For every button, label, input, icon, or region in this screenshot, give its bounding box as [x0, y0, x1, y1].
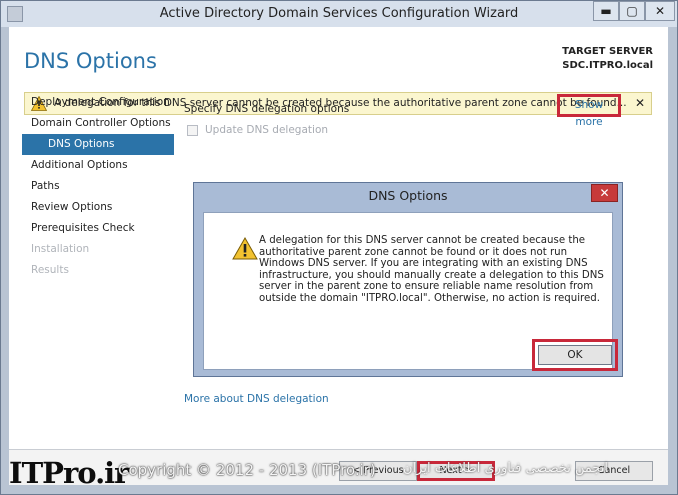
copyright-watermark: Copyright © 2012 - 2013 (ITPro.ir) — [118, 461, 376, 479]
window-close-button[interactable]: ✕ — [645, 1, 675, 21]
dialog-body: A delegation for this DNS server cannot … — [203, 212, 618, 371]
dialog-message: A delegation for this DNS server cannot … — [259, 235, 604, 304]
title-bar[interactable]: Active Directory Domain Services Configu… — [1, 1, 677, 27]
show-more-link[interactable]: Show more — [557, 94, 621, 128]
nav-item-dns-options[interactable]: DNS Options — [22, 134, 174, 155]
ok-button[interactable]: OK — [538, 345, 612, 365]
dialog-title: DNS Options — [368, 188, 448, 203]
nav-item-prerequisites-check[interactable]: Prerequisites Check — [22, 218, 174, 239]
maximize-button[interactable]: ▢ — [619, 1, 645, 21]
more-about-dns-delegation-link[interactable]: More about DNS delegation — [184, 393, 329, 405]
nav-item-deployment-configuration[interactable]: Deployment Configuration — [22, 92, 174, 113]
section-label: Specify DNS delegation options — [184, 103, 350, 115]
target-server: TARGET SERVER SDC.ITPRO.local — [562, 45, 653, 73]
target-server-name: SDC.ITPRO.local — [562, 60, 653, 71]
checkbox-label: Update DNS delegation — [205, 124, 329, 136]
checkbox-box[interactable] — [187, 125, 198, 136]
banner-close-icon[interactable]: ✕ — [635, 96, 645, 110]
minimize-button[interactable]: ▬ — [593, 1, 619, 21]
wizard-nav: Deployment Configuration Domain Controll… — [22, 92, 174, 281]
target-server-label: TARGET SERVER — [562, 46, 653, 57]
itpro-logo: ITPro.ir — [9, 456, 129, 490]
dns-options-dialog: DNS Options ✕ A delegation for this DNS … — [193, 182, 623, 377]
nav-item-domain-controller-options[interactable]: Domain Controller Options — [22, 113, 174, 134]
nav-item-review-options[interactable]: Review Options — [22, 197, 174, 218]
nav-item-installation: Installation — [31, 243, 90, 255]
warning-icon — [232, 237, 258, 260]
nav-item-additional-options[interactable]: Additional Options — [22, 155, 174, 176]
ok-button-highlight: OK — [532, 339, 618, 371]
window-title: Active Directory Domain Services Configu… — [159, 6, 519, 21]
page-title: DNS Options — [24, 49, 157, 73]
dialog-close-icon[interactable]: ✕ — [591, 184, 618, 202]
persian-watermark: انجمن تخصصی فناوری اطلاعات ایران — [403, 461, 609, 476]
nav-item-paths[interactable]: Paths — [22, 176, 174, 197]
nav-item-results: Results — [31, 264, 69, 276]
